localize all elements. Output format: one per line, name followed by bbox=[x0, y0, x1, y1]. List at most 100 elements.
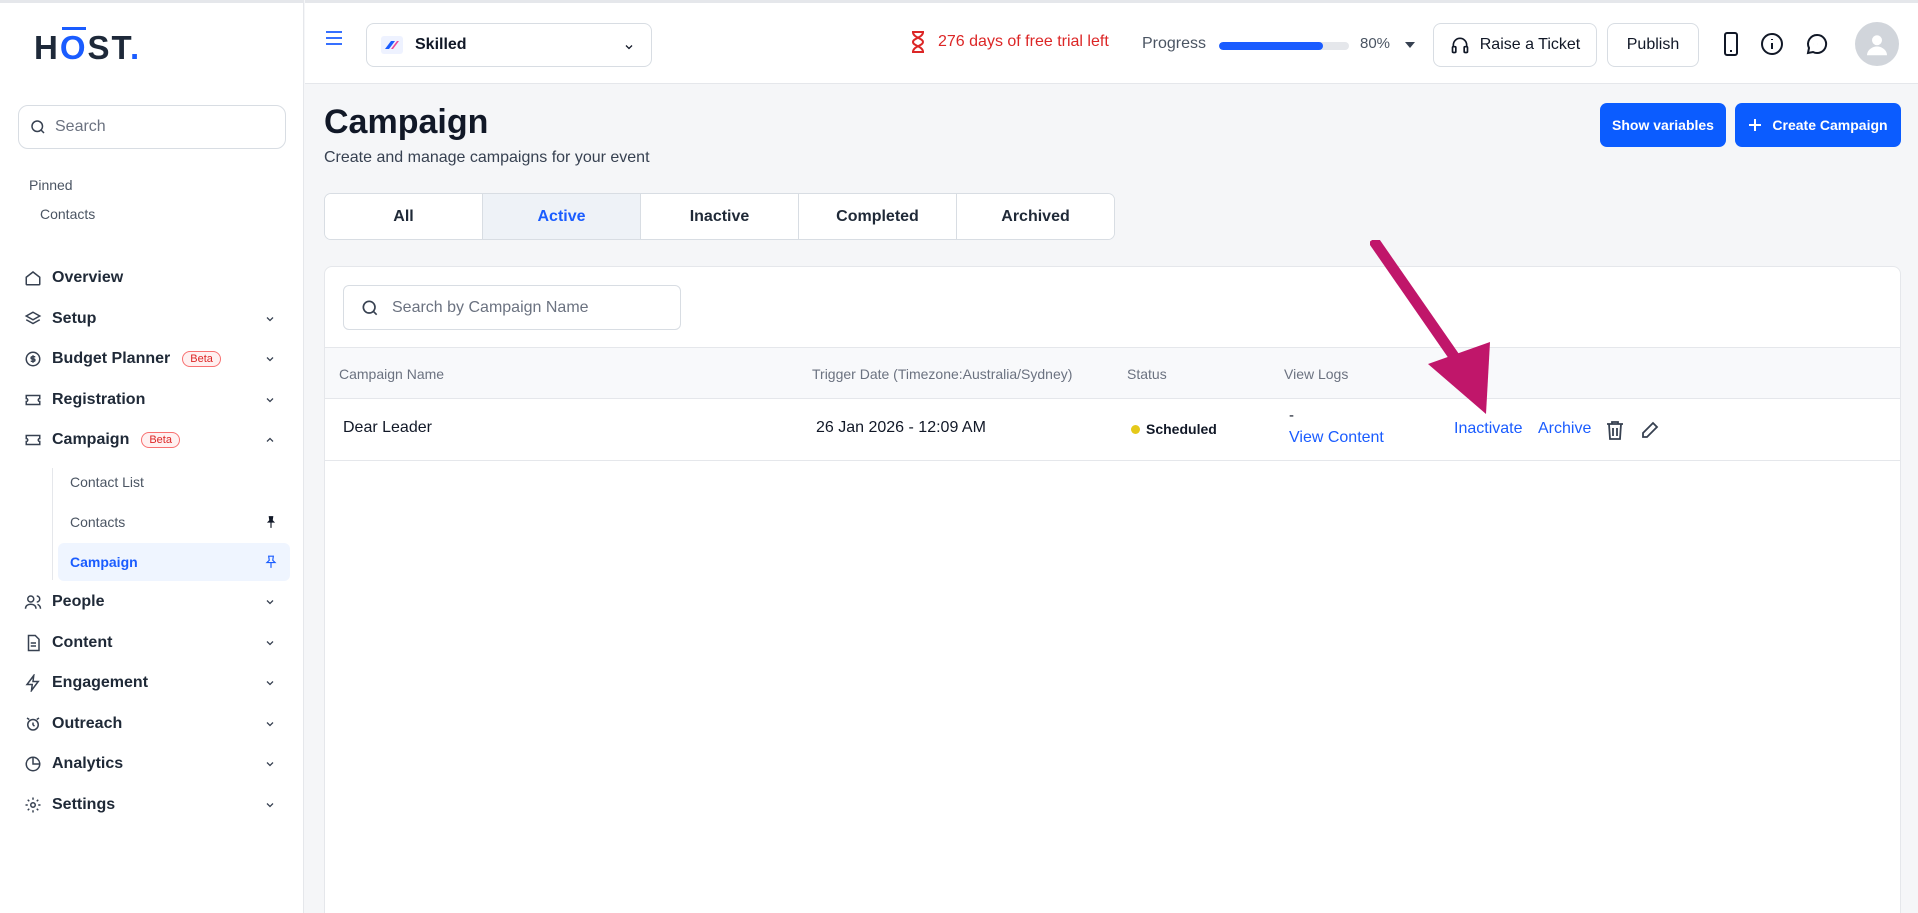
nav-item-registration[interactable]: Registration bbox=[18, 382, 290, 418]
nav-label-campaign: Campaign bbox=[52, 431, 130, 448]
publish-button[interactable]: Publish bbox=[1607, 23, 1699, 67]
chat-icon[interactable] bbox=[1805, 32, 1829, 56]
nav-item-settings[interactable]: Settings bbox=[18, 787, 290, 823]
status-dot bbox=[1131, 424, 1140, 434]
chevron-down-icon bbox=[266, 803, 274, 808]
tab-inactive[interactable]: Inactive bbox=[641, 194, 799, 239]
view-content-link[interactable]: View Content bbox=[1289, 429, 1384, 447]
status-text: Scheduled bbox=[1146, 421, 1217, 437]
pinned-item-contacts[interactable]: Contacts bbox=[40, 206, 95, 222]
sub-item-label: Campaign bbox=[70, 554, 138, 570]
nav-item-campaign[interactable]: Campaign Beta bbox=[18, 422, 290, 458]
nav-item-overview[interactable]: Overview bbox=[18, 260, 290, 296]
pie-chart-icon bbox=[25, 756, 41, 772]
info-icon[interactable] bbox=[1760, 32, 1784, 56]
show-variables-label: Show variables bbox=[1612, 117, 1714, 133]
mobile-preview-icon[interactable] bbox=[1723, 32, 1739, 56]
chevron-down-icon bbox=[266, 317, 274, 322]
nav-item-budget-planner[interactable]: Budget Planner Beta bbox=[18, 341, 290, 377]
column-header-view-logs: View Logs bbox=[1284, 366, 1349, 382]
sidebar-search-input[interactable] bbox=[55, 118, 275, 136]
status-tabs: All Active Inactive Completed Archived bbox=[324, 193, 1115, 240]
nav-label-registration: Registration bbox=[52, 391, 146, 408]
trash-icon[interactable] bbox=[1606, 420, 1624, 440]
beta-badge: Beta bbox=[182, 351, 221, 367]
caret-down-icon[interactable] bbox=[1404, 41, 1416, 49]
publish-label: Publish bbox=[1626, 36, 1680, 53]
column-header-trigger-date: Trigger Date (Timezone:Australia/Sydney) bbox=[812, 366, 1073, 382]
event-name: Skilled bbox=[415, 36, 467, 53]
host-logo[interactable]: HOST. bbox=[34, 27, 142, 67]
sub-item-campaign[interactable]: Campaign bbox=[58, 543, 290, 581]
raise-ticket-label: Raise a Ticket bbox=[1479, 36, 1581, 53]
column-header-campaign-name: Campaign Name bbox=[339, 366, 445, 382]
table-header: Campaign Name Trigger Date (Timezone:Aus… bbox=[325, 347, 1900, 399]
user-avatar[interactable] bbox=[1855, 22, 1899, 66]
users-icon bbox=[24, 595, 42, 609]
headphones-icon bbox=[1451, 37, 1469, 54]
tab-completed[interactable]: Completed bbox=[799, 194, 957, 239]
chevron-down-icon bbox=[266, 357, 274, 362]
column-header-status: Status bbox=[1127, 366, 1167, 382]
inactivate-link[interactable]: Inactivate bbox=[1454, 420, 1522, 438]
document-icon bbox=[27, 634, 40, 652]
logo-text-st: ST bbox=[87, 29, 131, 66]
create-campaign-button[interactable]: Create Campaign bbox=[1735, 103, 1901, 147]
sub-item-contact-list[interactable]: Contact List bbox=[58, 463, 290, 501]
nav-label-setup: Setup bbox=[52, 310, 97, 327]
tab-active[interactable]: Active bbox=[483, 194, 641, 239]
hamburger-menu-icon[interactable] bbox=[325, 30, 343, 46]
progress-label: Progress bbox=[1142, 35, 1207, 52]
ticket-icon bbox=[25, 394, 41, 406]
chevron-down-icon bbox=[266, 641, 274, 646]
chevron-down-icon bbox=[625, 45, 633, 50]
chevron-up-icon bbox=[266, 437, 274, 442]
hourglass-icon bbox=[911, 31, 925, 53]
page-subtitle: Create and manage campaigns for your eve… bbox=[324, 149, 650, 166]
nav-item-content[interactable]: Content bbox=[18, 625, 290, 661]
chevron-down-icon bbox=[266, 762, 274, 767]
search-icon bbox=[362, 300, 378, 315]
pin-outline-icon[interactable] bbox=[264, 555, 278, 569]
home-icon bbox=[25, 271, 41, 286]
event-selector[interactable]: Skilled bbox=[366, 23, 652, 67]
logo-dot: . bbox=[130, 29, 142, 66]
archive-link[interactable]: Archive bbox=[1538, 420, 1591, 438]
campaign-name: Dear Leader bbox=[343, 419, 432, 436]
nav-item-setup[interactable]: Setup bbox=[18, 301, 290, 337]
top-bar: Skilled 276 days of free trial left Prog… bbox=[305, 0, 1918, 84]
nav-item-analytics[interactable]: Analytics bbox=[18, 746, 290, 782]
chevron-down-icon bbox=[266, 600, 274, 605]
nav-item-people[interactable]: People bbox=[18, 584, 290, 620]
campaign-search-input[interactable] bbox=[392, 298, 672, 317]
progress-percent: 80% bbox=[1360, 35, 1391, 52]
ticket-icon bbox=[25, 434, 41, 446]
nav-label-overview: Overview bbox=[52, 269, 124, 286]
beta-badge: Beta bbox=[141, 432, 180, 448]
tab-all[interactable]: All bbox=[325, 194, 483, 239]
pencil-icon[interactable] bbox=[1641, 421, 1659, 439]
status-badge: Scheduled bbox=[1131, 421, 1217, 437]
nav-item-engagement[interactable]: Engagement bbox=[18, 665, 290, 701]
view-logs-value: - bbox=[1289, 407, 1294, 424]
logo-text-h: H bbox=[34, 29, 60, 66]
sidebar: HOST. Pinned Contacts Overview Setup Bud… bbox=[0, 0, 304, 913]
sub-item-contacts[interactable]: Contacts bbox=[58, 503, 290, 541]
campaign-table-panel: Campaign Name Trigger Date (Timezone:Aus… bbox=[324, 266, 1901, 913]
nav-label-people: People bbox=[52, 593, 105, 610]
raise-ticket-button[interactable]: Raise a Ticket bbox=[1433, 23, 1597, 67]
page-title: Campaign bbox=[324, 103, 489, 141]
show-variables-button[interactable]: Show variables bbox=[1600, 103, 1726, 147]
chevron-down-icon bbox=[266, 398, 274, 403]
logo-text-o: O bbox=[59, 27, 88, 66]
trigger-date: 26 Jan 2026 - 12:09 AM bbox=[816, 419, 986, 436]
nav-item-outreach[interactable]: Outreach bbox=[18, 706, 290, 742]
pin-filled-icon[interactable] bbox=[264, 515, 278, 529]
event-logo-icon bbox=[381, 36, 403, 54]
sub-item-label: Contact List bbox=[70, 474, 144, 490]
nav-label-settings: Settings bbox=[52, 796, 116, 813]
pinned-label: Pinned bbox=[29, 177, 73, 193]
sub-item-label: Contacts bbox=[70, 514, 126, 530]
user-icon bbox=[1867, 35, 1887, 56]
tab-archived[interactable]: Archived bbox=[957, 194, 1114, 239]
